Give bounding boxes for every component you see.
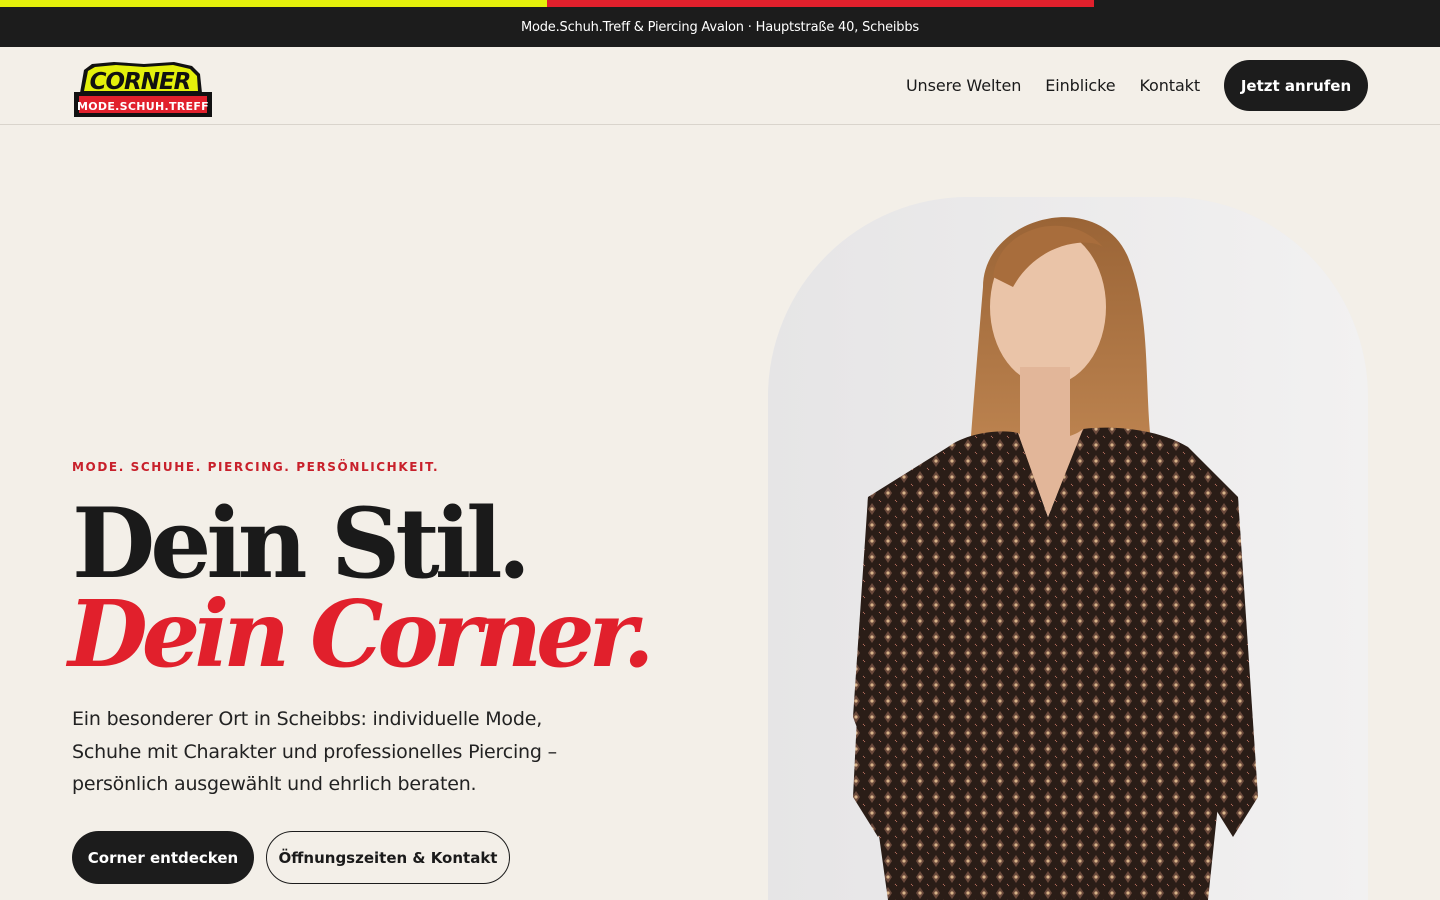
logo-top-text: CORNER bbox=[90, 69, 191, 95]
hero-lead-text: Ein besonderer Ort in Scheibbs: individu… bbox=[72, 708, 557, 795]
call-now-button[interactable]: Jetzt anrufen bbox=[1224, 60, 1368, 111]
nav-unsere-welten[interactable]: Unsere Welten bbox=[906, 76, 1021, 95]
announcement-bar: Mode.Schuh.Treff & Piercing Avalon · Hau… bbox=[0, 7, 1440, 47]
opening-hours-contact-button[interactable]: Öffnungszeiten & Kontakt bbox=[266, 831, 510, 884]
main-nav: Unsere Welten Einblicke Kontakt Jetzt an… bbox=[906, 60, 1368, 111]
stripe-red bbox=[547, 0, 1094, 7]
hero-eyebrow: MODE. SCHUHE. PIERCING. PERSÖNLICHKEIT. bbox=[72, 460, 440, 474]
site-header: CORNER MODE.SCHUH.TREFF Unsere Welten Ei… bbox=[0, 47, 1440, 125]
discover-corner-button[interactable]: Corner entdecken bbox=[72, 831, 254, 884]
corner-logo[interactable]: CORNER MODE.SCHUH.TREFF bbox=[74, 60, 212, 117]
brand-color-stripe bbox=[0, 0, 1440, 7]
hero-model-image bbox=[768, 197, 1368, 900]
announcement-text: Mode.Schuh.Treff & Piercing Avalon · Hau… bbox=[520, 19, 919, 35]
nav-einblicke[interactable]: Einblicke bbox=[1045, 76, 1115, 95]
nav-kontakt[interactable]: Kontakt bbox=[1139, 76, 1200, 95]
logo-bottom-text: MODE.SCHUH.TREFF bbox=[77, 100, 209, 113]
hero-headline-line2: Dein Corner. bbox=[68, 580, 655, 688]
stripe-yellow bbox=[0, 0, 547, 7]
